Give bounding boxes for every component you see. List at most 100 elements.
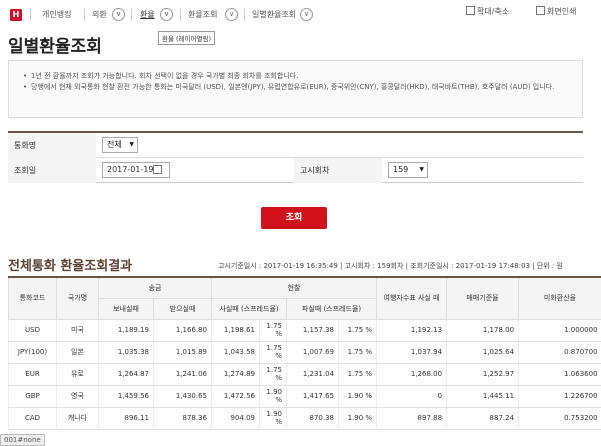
chevron-down-icon[interactable]: ∨ — [160, 8, 173, 21]
cell-base-rate: 1,252.97 — [446, 363, 519, 386]
cell-country: 유로 — [56, 363, 99, 386]
cell-send: 1,189.19 — [98, 319, 154, 342]
cell-country: 캐나다 — [56, 407, 99, 430]
zoom-icon — [466, 6, 475, 15]
cell-receive: 1,430.65 — [152, 385, 212, 408]
header-buy: 사실때 (스프레드율) — [211, 297, 288, 320]
home-icon[interactable]: H — [10, 9, 22, 21]
divider — [180, 9, 181, 21]
zoom-button[interactable]: 확대/축소 — [466, 6, 509, 18]
cell-buy-spread: 1.75 % — [259, 341, 287, 364]
header-usd-rate: 미화환산율 — [518, 276, 601, 320]
chevron-down-icon[interactable]: ∨ — [225, 8, 238, 21]
cell-sell: 1,417.65 — [286, 385, 339, 408]
cell-buy: 1,472.56 — [211, 385, 260, 408]
header-send: 보내실때 — [98, 297, 154, 320]
round-select[interactable]: 159 ▼ — [388, 162, 428, 178]
crumb-personal-banking[interactable]: 개인뱅킹 — [42, 9, 71, 21]
table-row: JPY(100) 일본 1,035.38 1,015.89 1,043.58 1… — [8, 341, 601, 364]
cell-sell-spread: 1.75 % — [338, 363, 377, 386]
divider — [30, 9, 31, 21]
cell-sell-spread: 1.75 % — [338, 319, 377, 342]
cell-sell-spread: 1.75 % — [338, 341, 377, 364]
rate-table: 통화코드 국가명 송금 현찰 여행자수표 사실 때 매매기준율 미화환산율 보내… — [8, 276, 601, 430]
currency-select-value: 전체 — [107, 140, 122, 149]
header-country: 국가명 — [56, 276, 99, 320]
currency-select[interactable]: 전체 ▼ — [102, 137, 138, 153]
table-row: USD 미국 1,189.19 1,166.80 1,198.61 1.75 %… — [8, 319, 601, 342]
header-cash: 현찰 — [211, 276, 378, 299]
cell-sell: 1,231.04 — [286, 363, 339, 386]
cell-sell-spread: 1.90 % — [338, 385, 377, 408]
currency-label: 통화명 — [8, 133, 96, 158]
cell-usd-rate: 1.000000 — [518, 319, 601, 342]
cell-usd-rate: 0.870700 — [518, 341, 601, 364]
cell-buy-spread: 1.90 % — [259, 385, 287, 408]
header-tc: 여행자수표 사실 때 — [376, 276, 448, 320]
cell-country: 미국 — [56, 319, 99, 342]
cell-send: 1,035.38 — [98, 341, 154, 364]
cell-country: 영국 — [56, 385, 99, 408]
cell-receive: 1,166.80 — [152, 319, 212, 342]
cell-base-rate: 1,178.00 — [446, 319, 519, 342]
round-select-value: 159 — [393, 165, 409, 174]
crumb-foreign-exchange[interactable]: 외환 — [92, 9, 107, 21]
cell-base-rate: 1,445.11 — [446, 385, 519, 408]
crumb-exchange-rate[interactable]: 환율 — [140, 9, 155, 21]
chevron-down-icon[interactable]: ∨ — [300, 8, 313, 21]
cell-tc: 1,268.00 — [376, 363, 447, 386]
cell-buy-spread: 1.90 % — [259, 407, 287, 430]
cell-country: 일본 — [56, 341, 99, 364]
divider — [131, 9, 132, 21]
cell-usd-rate: 1.063600 — [518, 363, 601, 386]
header-sell: 파실때 (스프레드율) — [286, 297, 378, 320]
status-bar: 001#none — [0, 434, 45, 446]
table-row: GBP 영국 1,459.56 1,430.65 1,472.56 1.90 %… — [8, 385, 601, 408]
round-label: 고시회차 — [294, 158, 382, 183]
chevron-down-icon[interactable]: ∨ — [112, 8, 125, 21]
cell-buy-spread: 1.75 % — [259, 363, 287, 386]
dropdown-arrow-icon: ▼ — [419, 166, 424, 173]
cell-receive: 1,241.06 — [152, 363, 212, 386]
cell-buy: 1,198.61 — [211, 319, 260, 342]
crumb-daily-rate[interactable]: 일별환율조회 — [252, 9, 296, 21]
cell-buy: 1,274.89 — [211, 363, 260, 386]
header-base-rate: 매매기준율 — [446, 276, 520, 320]
print-button[interactable]: 화면인쇄 — [536, 6, 576, 18]
divider — [244, 9, 245, 21]
cell-base-rate: 1,025.64 — [446, 341, 519, 364]
notice-item: 당행에서 현재 외국통화 현찰 환전 가능한 통화는 미국달러 (USD), 일… — [23, 82, 572, 93]
date-value: 2017-01-19 — [107, 165, 154, 174]
calendar-icon[interactable] — [153, 165, 162, 174]
header-code: 통화코드 — [8, 276, 57, 320]
cell-code: USD — [8, 319, 57, 342]
cell-tc: 1,192.13 — [376, 319, 447, 342]
zoom-label: 확대/축소 — [477, 7, 510, 16]
cell-receive: 1,015.89 — [152, 341, 212, 364]
print-label: 화면인쇄 — [547, 7, 577, 16]
divider — [84, 9, 85, 21]
cell-send: 896.11 — [98, 407, 154, 430]
cell-code: EUR — [8, 363, 57, 386]
notice-item: 1년 전 환율까지 조회가 가능합니다. 회차 선택이 없을 경우 국가별 최종… — [23, 71, 572, 82]
header-receive: 받으실때 — [152, 297, 213, 320]
search-button[interactable]: 조회 — [261, 207, 327, 229]
tooltip: 환율 (레이어열림) — [158, 31, 215, 45]
page-title: 일별환율조회 — [8, 37, 102, 57]
cell-sell-spread: 1.90 % — [338, 407, 377, 430]
cell-send: 1,264.87 — [98, 363, 154, 386]
breadcrumb: H 개인뱅킹 외환 ∨ 환율 ∨ 환율조회 ∨ 일별환율조회 ∨ 확대/축소 화… — [0, 0, 601, 28]
cell-sell: 1,157.38 — [286, 319, 339, 342]
cell-sell: 1,007.69 — [286, 341, 339, 364]
cell-usd-rate: 1.226700 — [518, 385, 601, 408]
result-title: 전체통화 환율조회결과 — [8, 259, 133, 274]
cell-sell: 870.38 — [286, 407, 339, 430]
search-form: 통화명 전체 ▼ 조회일 2017-01-19 고시회차 159 ▼ — [8, 131, 583, 183]
cell-tc: 0 — [376, 385, 447, 408]
cell-receive: 878.36 — [152, 407, 212, 430]
crumb-rate-inquiry[interactable]: 환율조회 — [188, 9, 217, 21]
print-icon — [536, 6, 545, 15]
cell-buy: 1,043.58 — [211, 341, 260, 364]
header-remit: 송금 — [97, 276, 213, 299]
table-row: CAD 캐나다 896.11 878.36 904.09 1.90 % 870.… — [8, 407, 601, 430]
